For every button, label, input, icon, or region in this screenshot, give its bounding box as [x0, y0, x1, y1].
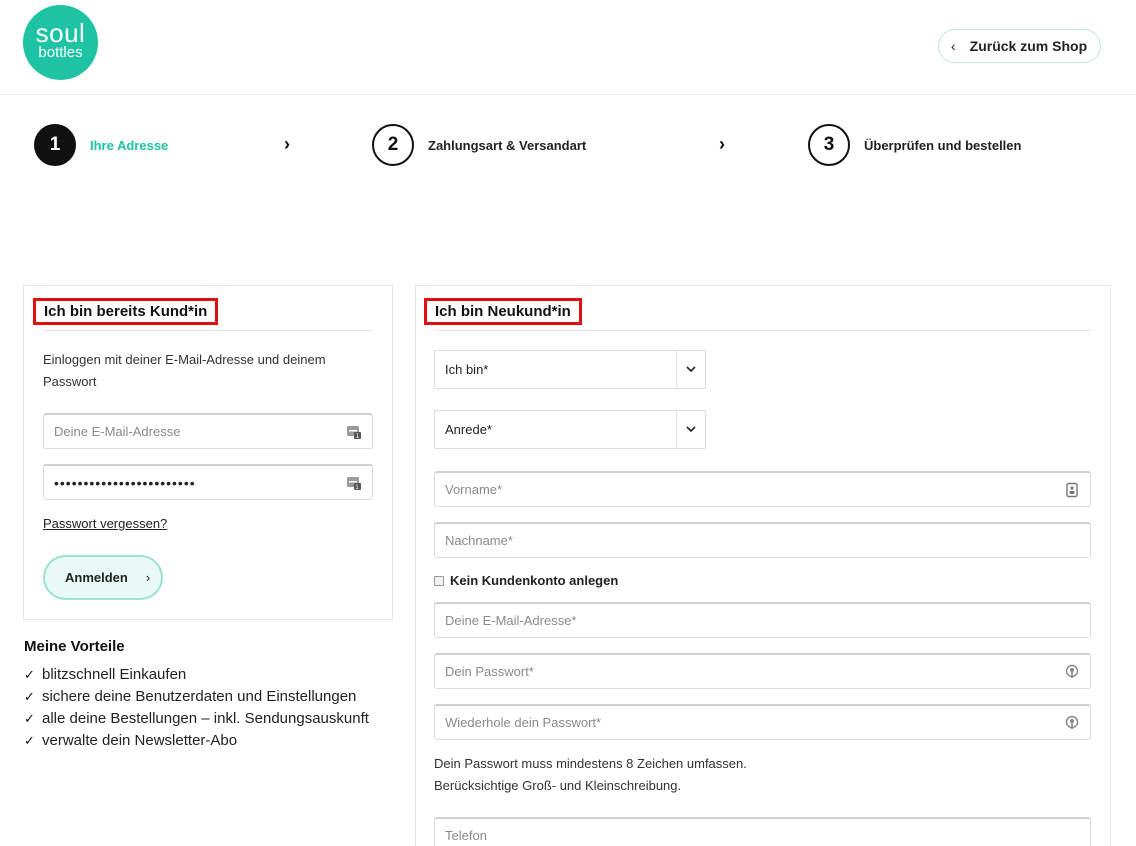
- step-number: 1: [34, 124, 76, 166]
- password-hint-line2: Berücksichtige Groß- und Kleinschreibung…: [434, 778, 682, 793]
- benefits-title: Meine Vorteile: [24, 638, 125, 655]
- logo-text-line1: soul: [35, 18, 86, 48]
- firstname-placeholder: Vorname*: [445, 482, 503, 497]
- chevron-right-icon: ›: [145, 570, 151, 585]
- register-password-repeat-placeholder: Wiederhole dein Passwort*: [445, 715, 602, 730]
- register-password-placeholder: Dein Passwort*: [445, 664, 534, 679]
- login-password-value: ••••••••••••••••••••••••: [54, 474, 196, 491]
- password-key-icon[interactable]: [1064, 664, 1080, 680]
- login-intro: Einloggen mit deiner E-Mail-Adresse und …: [43, 352, 326, 389]
- salutation-select[interactable]: Anrede*: [434, 410, 706, 449]
- benefit-label: blitzschnell Einkaufen: [42, 666, 187, 683]
- no-account-checkbox[interactable]: [434, 575, 444, 586]
- chevron-down-icon: [686, 426, 696, 433]
- login-submit-button[interactable]: Anmelden ›: [43, 555, 163, 600]
- benefit-label: verwalte dein Newsletter-Abo: [42, 732, 238, 749]
- check-icon: ✓: [24, 732, 35, 748]
- back-to-shop-button[interactable]: ‹ Zurück zum Shop: [938, 29, 1101, 63]
- page-header: soul bottles ‹ Zurück zum Shop: [0, 0, 1136, 95]
- login-email-placeholder: Deine E-Mail-Adresse: [54, 424, 181, 439]
- step-payment-shipping: 2 Zahlungsart & Versandart: [372, 124, 586, 166]
- benefit-label: sichere deine Benutzerdaten und Einstell…: [42, 688, 357, 705]
- no-account-option[interactable]: Kein Kundenkonto anlegen: [434, 573, 618, 588]
- benefit-item: ✓ sichere deine Benutzerdaten und Einste…: [24, 688, 356, 705]
- contact-card-icon[interactable]: [1064, 482, 1080, 498]
- register-password-input[interactable]: Dein Passwort*: [434, 653, 1091, 689]
- chevron-right-icon: ›: [719, 134, 725, 154]
- svg-text:1: 1: [356, 433, 360, 440]
- check-icon: ✓: [24, 666, 35, 682]
- chevron-down-icon: [686, 366, 696, 373]
- register-email-input[interactable]: Deine E-Mail-Adresse*: [434, 602, 1091, 638]
- divider: [434, 330, 1091, 331]
- login-title: Ich bin bereits Kund*in: [33, 298, 219, 325]
- lastname-placeholder: Nachname*: [445, 533, 513, 548]
- login-submit-label: Anmelden: [65, 570, 128, 585]
- benefit-item: ✓ verwalte dein Newsletter-Abo: [24, 732, 237, 749]
- step-number: 3: [808, 124, 850, 166]
- chevron-left-icon: ‹: [951, 38, 956, 54]
- phone-placeholder: Telefon: [445, 828, 487, 843]
- chevron-right-icon: ›: [284, 134, 290, 154]
- customer-type-select[interactable]: Ich bin*: [434, 350, 706, 389]
- no-account-label: Kein Kundenkonto anlegen: [450, 573, 619, 588]
- select-separator: [676, 411, 677, 448]
- step-label: Zahlungsart & Versandart: [428, 137, 587, 153]
- step-review-order: 3 Überprüfen und bestellen: [808, 124, 1021, 166]
- svg-text:1: 1: [355, 484, 360, 491]
- register-title: Ich bin Neukund*in: [424, 298, 582, 325]
- phone-input[interactable]: Telefon: [434, 817, 1091, 846]
- select-separator: [676, 351, 677, 388]
- step-address: 1 Ihre Adresse: [34, 124, 168, 166]
- benefit-item: ✓ blitzschnell Einkaufen: [24, 666, 186, 683]
- benefit-label: alle deine Bestellungen – inkl. Sendungs…: [42, 710, 369, 727]
- password-hint-line1: Dein Passwort muss mindestens 8 Zeichen …: [434, 756, 747, 771]
- back-to-shop-label: Zurück zum Shop: [969, 38, 1088, 54]
- password-manager-icon[interactable]: 1: [346, 475, 362, 491]
- soulbottles-logo[interactable]: soul bottles: [23, 5, 98, 80]
- login-password-input[interactable]: •••••••••••••••••••••••• 1: [43, 464, 373, 500]
- password-key-icon[interactable]: [1064, 715, 1080, 731]
- logo-text-line2: bottles: [38, 44, 83, 61]
- forgot-password-link[interactable]: Passwort vergessen?: [43, 516, 167, 531]
- customer-type-value: Ich bin*: [445, 362, 489, 377]
- benefit-item: ✓ alle deine Bestellungen – inkl. Sendun…: [24, 710, 369, 727]
- step-label: Überprüfen und bestellen: [864, 137, 1022, 153]
- register-password-repeat-input[interactable]: Wiederhole dein Passwort*: [434, 704, 1091, 740]
- password-manager-icon[interactable]: 1: [346, 424, 362, 440]
- step-number: 2: [372, 124, 414, 166]
- salutation-value: Anrede*: [445, 422, 492, 437]
- lastname-input[interactable]: Nachname*: [434, 522, 1091, 558]
- register-email-placeholder: Deine E-Mail-Adresse*: [445, 613, 577, 628]
- check-icon: ✓: [24, 688, 35, 704]
- check-icon: ✓: [24, 710, 35, 726]
- firstname-input[interactable]: Vorname*: [434, 471, 1091, 507]
- login-email-input[interactable]: Deine E-Mail-Adresse 1: [43, 413, 373, 449]
- step-label: Ihre Adresse: [90, 137, 169, 153]
- divider: [43, 330, 373, 331]
